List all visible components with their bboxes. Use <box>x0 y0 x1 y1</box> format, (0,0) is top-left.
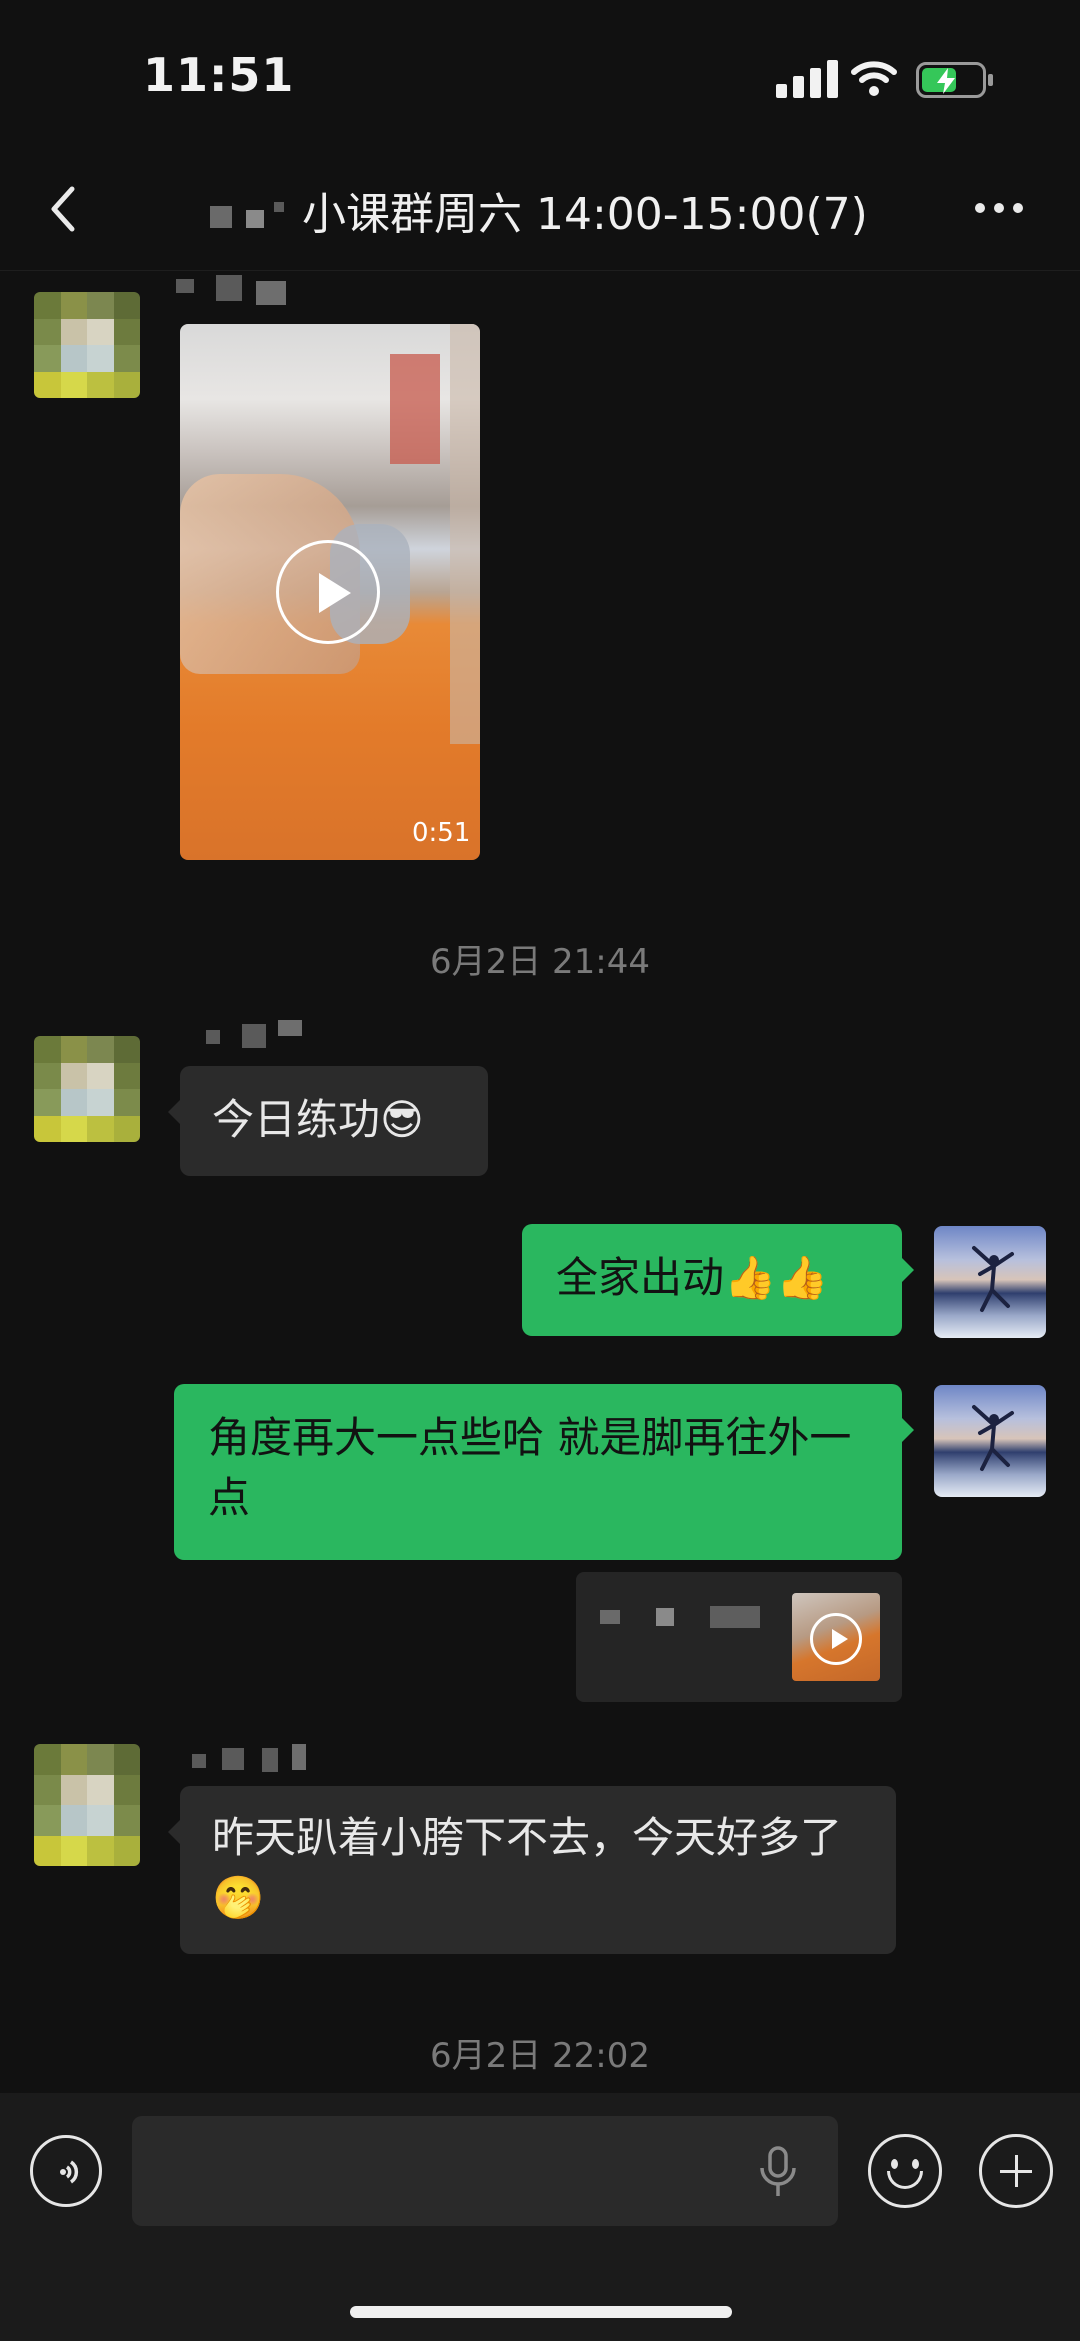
wifi-icon <box>851 61 897 96</box>
home-indicator <box>350 2306 732 2318</box>
battery-icon <box>916 62 993 98</box>
message-input[interactable] <box>132 2116 838 2226</box>
avatar[interactable] <box>34 1036 140 1142</box>
message-text: 角度再大一点些哈 就是脚再往外一点 <box>208 1413 852 1522</box>
message-text: 全家出动👍👍 <box>556 1253 829 1302</box>
self-avatar[interactable] <box>934 1385 1046 1497</box>
play-icon[interactable] <box>810 1613 862 1665</box>
avatar[interactable] <box>34 1744 140 1866</box>
self-avatar[interactable] <box>934 1226 1046 1338</box>
message-text: 今日练功😎 <box>212 1095 424 1144</box>
chat-title: 小课群周六 14:00-15:00(7) <box>302 189 868 240</box>
chevron-left-icon[interactable] <box>44 185 84 233</box>
title-blur <box>210 200 298 228</box>
outgoing-message[interactable]: 全家出动👍👍 <box>522 1224 914 1336</box>
message-text: 昨天趴着小胯下不去，今天好多了🤭 <box>212 1813 843 1922</box>
status-time: 11:51 <box>143 48 295 102</box>
incoming-message[interactable]: 昨天趴着小胯下不去，今天好多了🤭 <box>168 1786 896 1954</box>
more-dots-icon[interactable] <box>975 198 1035 218</box>
microphone-icon[interactable] <box>756 2146 800 2198</box>
sender-name-blur <box>192 1744 322 1774</box>
sender-name-blur <box>206 1020 316 1050</box>
outgoing-message[interactable]: 角度再大一点些哈 就是脚再往外一点 <box>174 1384 914 1560</box>
cellular-signal-icon <box>776 58 840 98</box>
header-divider <box>0 270 1080 271</box>
timestamp: 6月2日 21:44 <box>429 942 651 982</box>
avatar[interactable] <box>34 292 140 398</box>
voice-icon[interactable] <box>30 2135 102 2207</box>
quote-text-blur <box>600 1606 770 1630</box>
incoming-message[interactable]: 今日练功😎 <box>168 1066 488 1176</box>
emoji-icon[interactable] <box>868 2134 942 2208</box>
timestamp: 6月2日 22:02 <box>429 2036 651 2076</box>
video-duration: 0:51 <box>412 818 471 848</box>
sender-name-blur <box>176 275 316 305</box>
play-icon[interactable] <box>276 540 380 644</box>
plus-icon[interactable] <box>979 2134 1053 2208</box>
